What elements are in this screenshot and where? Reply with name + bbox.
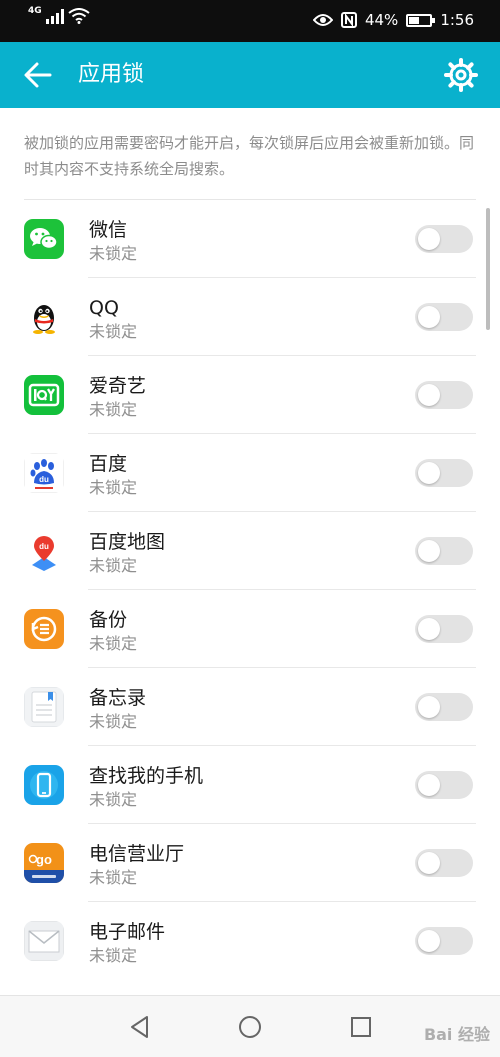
eye-icon [312, 14, 333, 26]
app-row-qq[interactable]: QQ 未锁定 [0, 278, 500, 356]
app-name: 微信 [89, 219, 128, 241]
status-left: 4G [28, 6, 90, 24]
find-phone-icon [24, 765, 64, 805]
wechat-icon [24, 219, 64, 259]
nav-recent-button[interactable] [346, 1012, 376, 1042]
title-bar: 应用锁 [0, 42, 500, 108]
svg-text:du: du [39, 542, 49, 551]
back-button[interactable] [18, 55, 58, 95]
app-row-iqiyi[interactable]: 爱奇艺 未锁定 [0, 356, 500, 434]
app-lock-status: 未锁定 [89, 400, 138, 419]
baidu-icon: du [24, 453, 64, 493]
app-lock-status: 未锁定 [89, 478, 138, 497]
app-row-email[interactable]: 电子邮件 未锁定 [0, 902, 500, 980]
lock-toggle-telecom[interactable] [415, 849, 473, 877]
arrow-left-icon [24, 62, 52, 88]
status-bar: 4G 44% 1:56 [0, 0, 500, 42]
app-name: 百度 [89, 453, 128, 475]
scrollbar[interactable] [486, 208, 490, 330]
network-type: 4G [28, 6, 42, 16]
iqiyi-icon [24, 375, 64, 415]
app-row-baidu-map[interactable]: du 百度地图 未锁定 [0, 512, 500, 590]
page-title: 应用锁 [78, 62, 145, 87]
lock-toggle-email[interactable] [415, 927, 473, 955]
settings-button[interactable] [442, 56, 480, 94]
app-row-wechat[interactable]: 微信 未锁定 [0, 200, 500, 278]
circle-home-icon [239, 1016, 261, 1038]
email-icon [24, 921, 64, 961]
app-name: 电信营业厅 [89, 843, 185, 865]
lock-toggle-baidu-map[interactable] [415, 537, 473, 565]
square-recent-icon [351, 1017, 371, 1037]
app-lock-status: 未锁定 [89, 790, 138, 809]
nav-home-button[interactable] [235, 1012, 265, 1042]
status-right: 44% 1:56 [312, 11, 474, 29]
lock-toggle-iqiyi[interactable] [415, 381, 473, 409]
app-name: 电子邮件 [89, 921, 166, 943]
app-row-telecom[interactable]: go 电信营业厅 未锁定 [0, 824, 500, 902]
qq-icon [24, 297, 64, 337]
app-lock-status: 未锁定 [89, 868, 138, 887]
battery-percent: 44% [364, 11, 399, 29]
battery-icon [406, 13, 436, 27]
lock-toggle-find-phone[interactable] [415, 771, 473, 799]
app-lock-status: 未锁定 [89, 244, 138, 263]
app-name: 备份 [89, 609, 128, 631]
app-lock-status: 未锁定 [89, 946, 138, 965]
app-row-backup[interactable]: 备份 未锁定 [0, 590, 500, 668]
app-name: 备忘录 [89, 687, 147, 709]
app-name: 查找我的手机 [89, 765, 204, 787]
app-name: 百度地图 [89, 531, 166, 553]
signal-icon [45, 8, 64, 24]
lock-toggle-wechat[interactable] [415, 225, 473, 253]
wifi-icon [68, 8, 90, 24]
svg-text:go: go [36, 852, 52, 867]
nfc-icon [340, 12, 357, 28]
app-name: 爱奇艺 [89, 375, 147, 397]
app-row-notepad[interactable]: 备忘录 未锁定 [0, 668, 500, 746]
app-lock-status: 未锁定 [89, 634, 138, 653]
lock-toggle-backup[interactable] [415, 615, 473, 643]
backup-icon [24, 609, 64, 649]
app-row-baidu[interactable]: du 百度 未锁定 [0, 434, 500, 512]
lock-toggle-qq[interactable] [415, 303, 473, 331]
baidu-map-icon: du [24, 531, 64, 571]
triangle-back-icon [131, 1016, 148, 1038]
app-row-find-phone[interactable]: 查找我的手机 未锁定 [0, 746, 500, 824]
gear-icon [444, 58, 478, 92]
notepad-icon [24, 687, 64, 727]
lock-toggle-notepad[interactable] [415, 693, 473, 721]
svg-text:du: du [39, 475, 49, 484]
nav-back-button[interactable] [125, 1012, 155, 1042]
navigation-bar: Bai 经验 [0, 995, 500, 1057]
lock-toggle-baidu[interactable] [415, 459, 473, 487]
app-lock-status: 未锁定 [89, 322, 138, 341]
app-lock-status: 未锁定 [89, 712, 138, 731]
telecom-icon: go [24, 843, 64, 883]
watermark: Bai 经验 [423, 1025, 490, 1044]
lock-description: 被加锁的应用需要密码才能开启，每次锁屏后应用会被重新加锁。同时其内容不支持系统全… [24, 134, 475, 178]
clock-time: 1:56 [440, 11, 474, 29]
app-lock-status: 未锁定 [89, 556, 138, 575]
app-name: QQ [89, 297, 119, 319]
app-list: 微信 未锁定 QQ 未锁定 爱奇艺 未锁定 du 百度 未锁定 du 百度地图 … [0, 200, 500, 980]
